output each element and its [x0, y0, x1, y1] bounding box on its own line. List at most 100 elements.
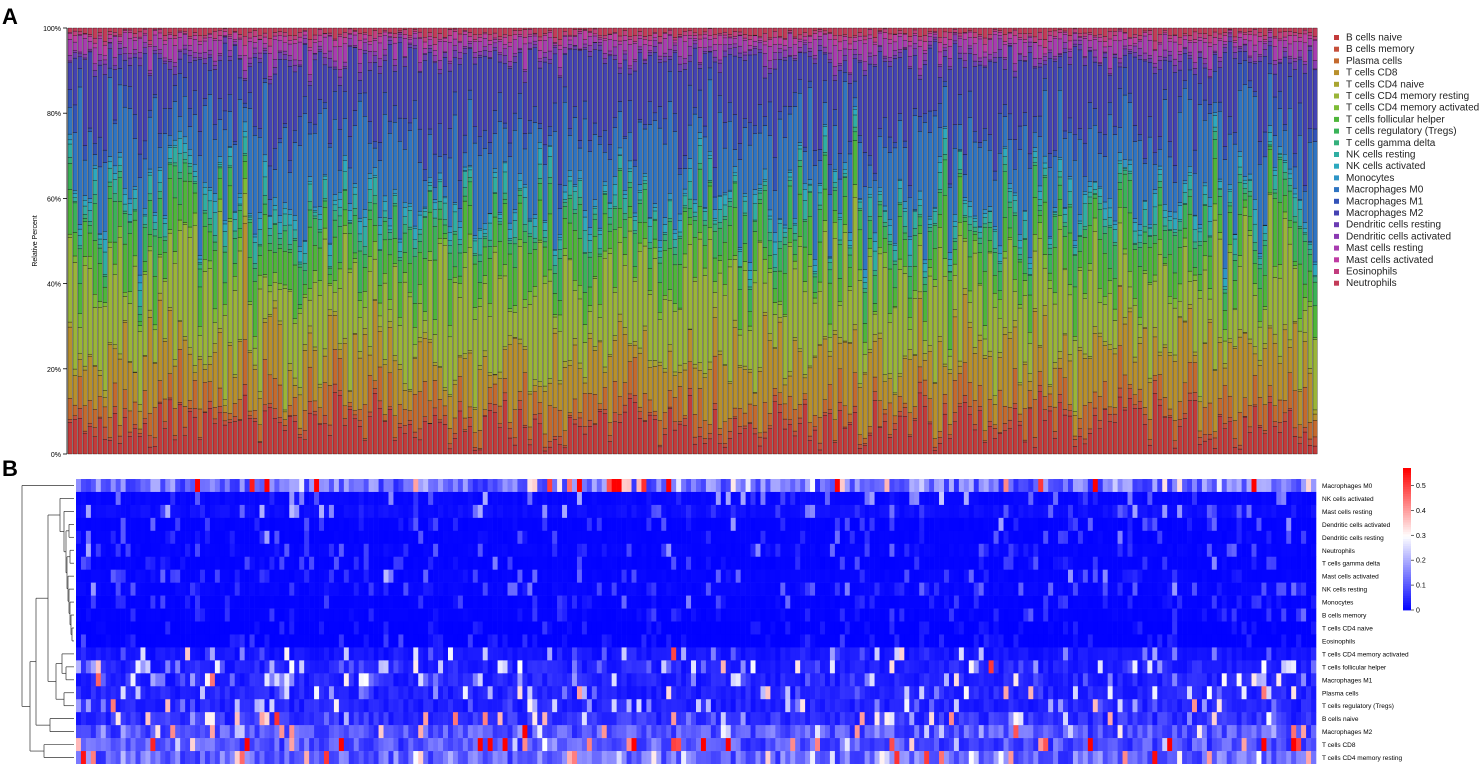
- bar-segment: [812, 265, 818, 272]
- bar-segment: [677, 231, 683, 237]
- bar-segment: [737, 247, 743, 250]
- bar-segment: [582, 43, 588, 48]
- bar-segment: [1097, 239, 1103, 289]
- bar-segment: [287, 209, 293, 215]
- bar-segment: [257, 137, 263, 213]
- bar-segment: [297, 60, 303, 66]
- bar-segment: [317, 407, 323, 424]
- bar-segment: [782, 418, 788, 430]
- bar-segment: [967, 216, 973, 225]
- bar-segment: [367, 44, 373, 52]
- bar-segment: [377, 408, 383, 455]
- bar-segment: [497, 214, 503, 219]
- bar-segment: [887, 402, 893, 435]
- bar-segment: [962, 200, 968, 204]
- bar-segment: [1127, 102, 1133, 161]
- sample-bar: [812, 27, 818, 455]
- bar-segment: [82, 369, 88, 406]
- bar-segment: [137, 410, 143, 430]
- bar-segment: [502, 392, 508, 401]
- bar-segment: [312, 410, 318, 416]
- bar-segment: [637, 27, 643, 32]
- bar-segment: [897, 269, 903, 374]
- bar-segment: [127, 32, 133, 39]
- bar-segment: [537, 142, 543, 149]
- sample-bar: [1022, 27, 1028, 455]
- bar-segment: [362, 27, 368, 34]
- bar-segment: [1122, 407, 1128, 411]
- sample-bar: [742, 27, 748, 455]
- sample-bar: [997, 27, 1003, 455]
- bar-segment: [1017, 382, 1023, 386]
- bar-segment: [562, 218, 568, 249]
- bar-segment: [962, 154, 968, 175]
- bar-segment: [742, 412, 748, 427]
- bar-segment: [457, 356, 463, 377]
- bar-segment: [202, 369, 208, 383]
- bar-segment: [642, 123, 648, 130]
- bar-segment: [177, 153, 183, 173]
- bar-segment: [192, 39, 198, 53]
- bar-segment: [732, 38, 738, 45]
- bar-segment: [307, 366, 313, 402]
- bar-segment: [287, 363, 293, 371]
- bar-segment: [277, 417, 283, 423]
- bar-segment: [1112, 229, 1118, 243]
- bar-segment: [377, 73, 383, 143]
- bar-segment: [172, 27, 178, 36]
- bar-segment: [642, 222, 648, 239]
- bar-segment: [567, 180, 573, 196]
- bar-segment: [842, 36, 848, 41]
- bar-segment: [107, 27, 113, 32]
- bar-segment: [472, 240, 478, 254]
- bar-segment: [67, 189, 73, 235]
- bar-segment: [387, 44, 393, 122]
- bar-segment: [237, 77, 243, 100]
- bar-segment: [192, 181, 198, 184]
- bar-segment: [727, 191, 733, 200]
- bar-segment: [747, 371, 753, 405]
- bar-segment: [92, 194, 98, 204]
- bar-segment: [922, 291, 928, 322]
- bar-segment: [322, 108, 328, 176]
- bar-segment: [192, 27, 198, 33]
- bar-segment: [212, 418, 218, 424]
- bar-segment: [712, 220, 718, 225]
- bar-segment: [897, 120, 903, 180]
- bar-segment: [962, 27, 968, 33]
- sample-bar: [1107, 27, 1113, 455]
- bar-segment: [457, 283, 463, 298]
- bar-segment: [592, 346, 598, 351]
- bar-segment: [142, 418, 148, 424]
- sample-bar: [1127, 27, 1133, 455]
- bar-segment: [472, 407, 478, 410]
- bar-segment: [72, 375, 78, 406]
- bar-segment: [377, 315, 383, 328]
- bar-segment: [552, 255, 558, 266]
- bar-segment: [282, 411, 288, 420]
- bar-segment: [552, 273, 558, 294]
- bar-segment: [792, 60, 798, 93]
- bar-segment: [492, 177, 498, 193]
- bar-segment: [332, 204, 338, 211]
- bar-segment: [647, 218, 653, 227]
- bar-segment: [927, 33, 933, 37]
- bar-segment: [337, 358, 343, 391]
- bar-segment: [472, 432, 478, 448]
- bar-segment: [257, 255, 263, 276]
- bar-segment: [237, 55, 243, 59]
- bar-segment: [667, 58, 673, 72]
- sample-bar: [167, 27, 173, 455]
- bar-segment: [92, 294, 98, 308]
- bar-segment: [242, 161, 248, 179]
- bar-segment: [1102, 381, 1108, 409]
- bar-segment: [97, 247, 103, 264]
- bar-segment: [597, 341, 603, 405]
- bar-segment: [642, 421, 648, 455]
- bar-segment: [897, 27, 903, 31]
- bar-segment: [782, 384, 788, 405]
- bar-segment: [982, 223, 988, 228]
- bar-segment: [492, 172, 498, 178]
- bar-segment: [702, 31, 708, 35]
- bar-segment: [672, 421, 678, 431]
